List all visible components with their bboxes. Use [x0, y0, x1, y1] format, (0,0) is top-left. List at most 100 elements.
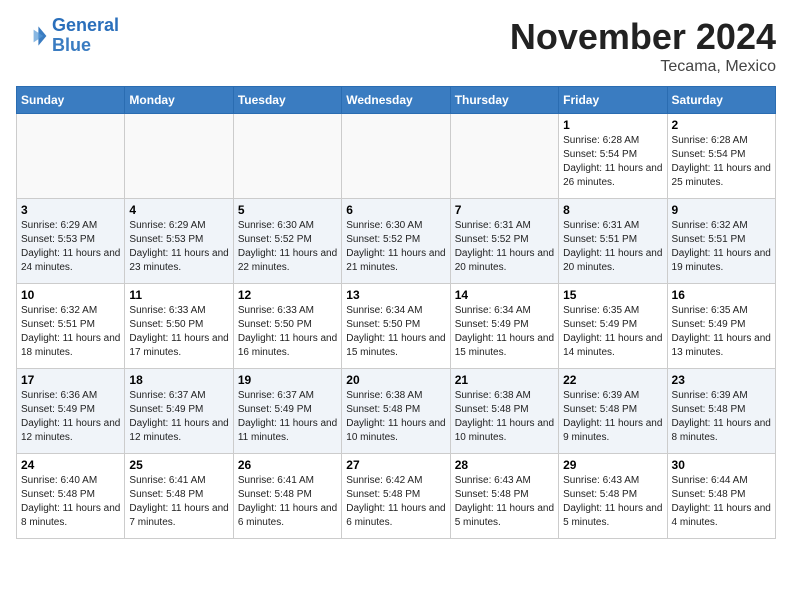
location: Tecama, Mexico — [510, 58, 776, 76]
day-number: 26 — [238, 458, 337, 472]
day-info: Sunrise: 6:28 AM Sunset: 5:54 PM Dayligh… — [563, 134, 662, 190]
title-block: November 2024 Tecama, Mexico — [510, 16, 776, 76]
calendar-cell: 14 Sunrise: 6:34 AM Sunset: 5:49 PM Dayli… — [450, 284, 558, 369]
calendar-cell: 15 Sunrise: 6:35 AM Sunset: 5:49 PM Dayli… — [559, 284, 667, 369]
calendar-week-row: 3 Sunrise: 6:29 AM Sunset: 5:53 PM Daylig… — [17, 199, 776, 284]
day-info: Sunrise: 6:32 AM Sunset: 5:51 PM Dayligh… — [672, 219, 771, 275]
day-number: 3 — [21, 203, 120, 217]
day-info: Sunrise: 6:43 AM Sunset: 5:48 PM Dayligh… — [563, 474, 662, 530]
calendar-cell: 2Sunrise: 6:28 AM Sunset: 5:54 PM Daylig… — [667, 114, 775, 199]
day-info: Sunrise: 6:34 AM Sunset: 5:49 PM Dayligh… — [455, 304, 554, 360]
logo-text: General Blue — [52, 16, 119, 56]
calendar-cell: 21 Sunrise: 6:38 AM Sunset: 5:48 PM Dayli… — [450, 369, 558, 454]
day-number: 22 — [563, 373, 662, 387]
month-title: November 2024 — [510, 16, 776, 58]
day-info: Sunrise: 6:36 AM Sunset: 5:49 PM Dayligh… — [21, 389, 120, 445]
day-number: 11 — [129, 288, 228, 302]
day-info: Sunrise: 6:39 AM Sunset: 5:48 PM Dayligh… — [563, 389, 662, 445]
calendar-cell: 29 Sunrise: 6:43 AM Sunset: 5:48 PM Dayli… — [559, 454, 667, 539]
calendar-cell: 6Sunrise: 6:30 AM Sunset: 5:52 PM Daylig… — [342, 199, 450, 284]
day-number: 6 — [346, 203, 445, 217]
calendar-week-row: 1 Sunrise: 6:28 AM Sunset: 5:54 PM Daylig… — [17, 114, 776, 199]
calendar-cell: 26 Sunrise: 6:41 AM Sunset: 5:48 PM Dayli… — [233, 454, 341, 539]
calendar-cell: 4 Sunrise: 6:29 AM Sunset: 5:53 PM Daylig… — [125, 199, 233, 284]
day-info: Sunrise: 6:31 AM Sunset: 5:52 PM Dayligh… — [455, 219, 554, 275]
calendar-cell: 17Sunrise: 6:36 AM Sunset: 5:49 PM Dayli… — [17, 369, 125, 454]
weekday-header: Friday — [559, 87, 667, 114]
day-info: Sunrise: 6:35 AM Sunset: 5:49 PM Dayligh… — [563, 304, 662, 360]
day-info: Sunrise: 6:38 AM Sunset: 5:48 PM Dayligh… — [346, 389, 445, 445]
calendar-cell: 27Sunrise: 6:42 AM Sunset: 5:48 PM Dayli… — [342, 454, 450, 539]
day-number: 20 — [346, 373, 445, 387]
calendar-cell: 20 Sunrise: 6:38 AM Sunset: 5:48 PM Dayli… — [342, 369, 450, 454]
day-info: Sunrise: 6:29 AM Sunset: 5:53 PM Dayligh… — [129, 219, 228, 275]
calendar-cell: 9 Sunrise: 6:32 AM Sunset: 5:51 PM Daylig… — [667, 199, 775, 284]
day-number: 16 — [672, 288, 771, 302]
calendar-cell: 10Sunrise: 6:32 AM Sunset: 5:51 PM Dayli… — [17, 284, 125, 369]
day-number: 23 — [672, 373, 771, 387]
day-info: Sunrise: 6:39 AM Sunset: 5:48 PM Dayligh… — [672, 389, 771, 445]
calendar-cell: 8 Sunrise: 6:31 AM Sunset: 5:51 PM Daylig… — [559, 199, 667, 284]
day-number: 21 — [455, 373, 554, 387]
day-info: Sunrise: 6:33 AM Sunset: 5:50 PM Dayligh… — [129, 304, 228, 360]
page-header: General Blue November 2024 Tecama, Mexic… — [16, 16, 776, 76]
calendar-cell — [450, 114, 558, 199]
day-number: 2 — [672, 118, 771, 132]
calendar-cell: 7 Sunrise: 6:31 AM Sunset: 5:52 PM Daylig… — [450, 199, 558, 284]
day-number: 9 — [672, 203, 771, 217]
logo-line2: Blue — [52, 35, 91, 55]
calendar-header-row: SundayMondayTuesdayWednesdayThursdayFrid… — [17, 87, 776, 114]
weekday-header: Sunday — [17, 87, 125, 114]
calendar-cell: 22 Sunrise: 6:39 AM Sunset: 5:48 PM Dayli… — [559, 369, 667, 454]
calendar-cell: 23 Sunrise: 6:39 AM Sunset: 5:48 PM Dayli… — [667, 369, 775, 454]
calendar-cell: 30Sunrise: 6:44 AM Sunset: 5:48 PM Dayli… — [667, 454, 775, 539]
calendar-week-row: 24 Sunrise: 6:40 AM Sunset: 5:48 PM Dayli… — [17, 454, 776, 539]
day-info: Sunrise: 6:43 AM Sunset: 5:48 PM Dayligh… — [455, 474, 554, 530]
day-number: 12 — [238, 288, 337, 302]
day-info: Sunrise: 6:37 AM Sunset: 5:49 PM Dayligh… — [238, 389, 337, 445]
calendar-cell — [233, 114, 341, 199]
day-info: Sunrise: 6:37 AM Sunset: 5:49 PM Dayligh… — [129, 389, 228, 445]
calendar-cell — [125, 114, 233, 199]
calendar-cell: 24 Sunrise: 6:40 AM Sunset: 5:48 PM Dayli… — [17, 454, 125, 539]
weekday-header: Saturday — [667, 87, 775, 114]
day-number: 1 — [563, 118, 662, 132]
calendar-cell: 11 Sunrise: 6:33 AM Sunset: 5:50 PM Dayli… — [125, 284, 233, 369]
calendar-cell: 5Sunrise: 6:30 AM Sunset: 5:52 PM Daylig… — [233, 199, 341, 284]
day-number: 25 — [129, 458, 228, 472]
day-info: Sunrise: 6:33 AM Sunset: 5:50 PM Dayligh… — [238, 304, 337, 360]
calendar-cell: 13 Sunrise: 6:34 AM Sunset: 5:50 PM Dayli… — [342, 284, 450, 369]
weekday-header: Tuesday — [233, 87, 341, 114]
weekday-header: Thursday — [450, 87, 558, 114]
calendar-cell: 25 Sunrise: 6:41 AM Sunset: 5:48 PM Dayli… — [125, 454, 233, 539]
day-info: Sunrise: 6:41 AM Sunset: 5:48 PM Dayligh… — [129, 474, 228, 530]
day-number: 13 — [346, 288, 445, 302]
day-number: 14 — [455, 288, 554, 302]
day-number: 24 — [21, 458, 120, 472]
logo-icon — [16, 20, 48, 52]
day-number: 29 — [563, 458, 662, 472]
calendar-cell: 12 Sunrise: 6:33 AM Sunset: 5:50 PM Dayli… — [233, 284, 341, 369]
day-info: Sunrise: 6:38 AM Sunset: 5:48 PM Dayligh… — [455, 389, 554, 445]
weekday-header: Monday — [125, 87, 233, 114]
calendar-cell: 1 Sunrise: 6:28 AM Sunset: 5:54 PM Daylig… — [559, 114, 667, 199]
day-number: 7 — [455, 203, 554, 217]
day-number: 8 — [563, 203, 662, 217]
logo-line1: General — [52, 15, 119, 35]
day-info: Sunrise: 6:31 AM Sunset: 5:51 PM Dayligh… — [563, 219, 662, 275]
calendar-cell: 18Sunrise: 6:37 AM Sunset: 5:49 PM Dayli… — [125, 369, 233, 454]
day-number: 10 — [21, 288, 120, 302]
day-info: Sunrise: 6:30 AM Sunset: 5:52 PM Dayligh… — [238, 219, 337, 275]
day-info: Sunrise: 6:40 AM Sunset: 5:48 PM Dayligh… — [21, 474, 120, 530]
calendar-cell: 28Sunrise: 6:43 AM Sunset: 5:48 PM Dayli… — [450, 454, 558, 539]
day-number: 15 — [563, 288, 662, 302]
calendar-cell — [342, 114, 450, 199]
day-info: Sunrise: 6:29 AM Sunset: 5:53 PM Dayligh… — [21, 219, 120, 275]
day-number: 30 — [672, 458, 771, 472]
day-info: Sunrise: 6:41 AM Sunset: 5:48 PM Dayligh… — [238, 474, 337, 530]
day-number: 4 — [129, 203, 228, 217]
calendar-cell: 3 Sunrise: 6:29 AM Sunset: 5:53 PM Daylig… — [17, 199, 125, 284]
day-info: Sunrise: 6:42 AM Sunset: 5:48 PM Dayligh… — [346, 474, 445, 530]
day-info: Sunrise: 6:34 AM Sunset: 5:50 PM Dayligh… — [346, 304, 445, 360]
calendar-cell: 16Sunrise: 6:35 AM Sunset: 5:49 PM Dayli… — [667, 284, 775, 369]
